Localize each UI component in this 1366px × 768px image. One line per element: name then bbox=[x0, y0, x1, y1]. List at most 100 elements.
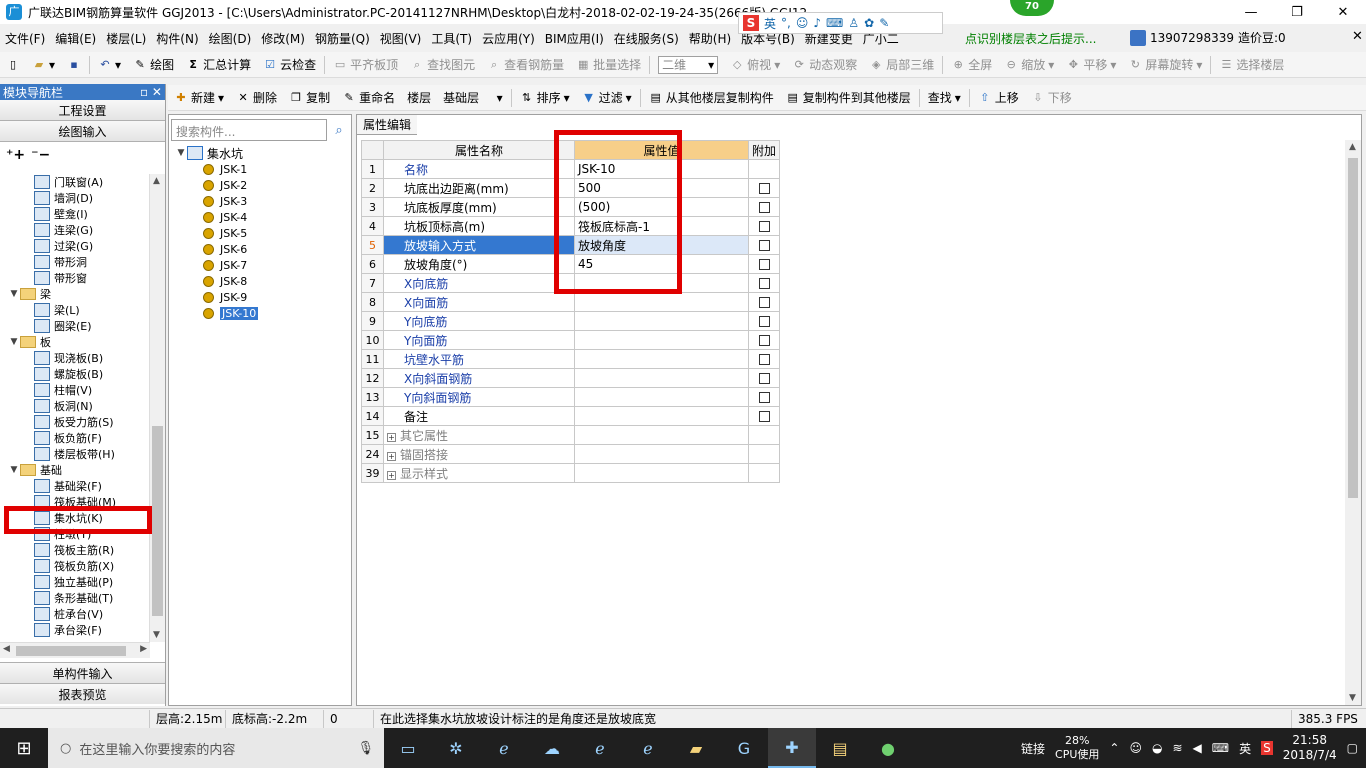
nav-tree-item[interactable]: 桩承台(V) bbox=[0, 606, 150, 622]
nav-tree-item[interactable]: 柱墩(Y) bbox=[0, 526, 150, 542]
property-value-cell[interactable] bbox=[574, 406, 749, 426]
extra-checkbox[interactable] bbox=[758, 202, 770, 213]
property-value-cell[interactable]: 筏板底标高-1 bbox=[574, 216, 749, 236]
delete-button[interactable]: ✕ 删除 bbox=[230, 89, 283, 106]
extra-cell[interactable] bbox=[747, 330, 781, 350]
taskbar-search[interactable]: ○ 在这里输入你要搜索的内容 🎙 bbox=[48, 728, 384, 768]
collapse-toggle-icon[interactable]: ▼ bbox=[8, 465, 20, 475]
nav-tree-item[interactable]: 独立基础(P) bbox=[0, 574, 150, 590]
find-element-button[interactable]: ⌕ 查找图元 bbox=[404, 56, 481, 73]
pan-button[interactable]: ✥ 平移 ▾ bbox=[1060, 56, 1122, 73]
undo-button[interactable]: ↶ ▾ bbox=[92, 58, 127, 72]
doc-close-icon[interactable]: ✕ bbox=[1352, 29, 1363, 44]
property-value-cell[interactable] bbox=[574, 273, 749, 293]
new-file-button[interactable]: ▯ bbox=[0, 58, 26, 72]
expand-all-icon[interactable]: ⁺+ bbox=[6, 147, 25, 163]
link-label[interactable]: 链接 bbox=[1021, 740, 1045, 757]
extra-checkbox[interactable] bbox=[758, 221, 770, 232]
hint-text[interactable]: 点识别楼层表之后提示... bbox=[965, 30, 1096, 47]
property-value-cell[interactable]: 45 bbox=[574, 254, 749, 274]
component-item[interactable]: JSK-5 bbox=[175, 225, 345, 241]
extra-cell[interactable] bbox=[747, 349, 781, 369]
component-root[interactable]: ▼ 集水坑 bbox=[175, 145, 345, 161]
extra-checkbox[interactable] bbox=[758, 297, 770, 308]
extra-cell[interactable] bbox=[747, 254, 781, 274]
nav-hscroll[interactable]: ◀ ▶ bbox=[0, 642, 150, 658]
menu-cloud[interactable]: 云应用(Y) bbox=[477, 30, 540, 47]
nav-tree-item[interactable]: 带形洞 bbox=[0, 254, 150, 270]
taskbar-search-input[interactable]: 在这里输入你要搜索的内容 bbox=[79, 739, 235, 758]
property-value-cell[interactable]: JSK-10 bbox=[574, 159, 749, 179]
skin-icon[interactable]: ✿ bbox=[864, 16, 874, 30]
extra-cell[interactable] bbox=[747, 292, 781, 312]
nav-tree-item[interactable]: 现浇板(B) bbox=[0, 350, 150, 366]
property-row[interactable]: 15 + 其它属性 bbox=[361, 425, 781, 445]
mic-icon[interactable]: ♪ bbox=[813, 16, 821, 30]
nav-folder[interactable]: ▼ 梁 bbox=[0, 286, 150, 302]
extra-cell[interactable] bbox=[747, 235, 781, 255]
nav-tree-item[interactable]: 柱帽(V) bbox=[0, 382, 150, 398]
extra-cell[interactable] bbox=[747, 178, 781, 198]
file-explorer-icon[interactable]: ▰ bbox=[672, 728, 720, 768]
people-icon[interactable]: ☺ bbox=[1129, 741, 1142, 755]
extra-checkbox[interactable] bbox=[758, 411, 770, 422]
menu-modify[interactable]: 修改(M) bbox=[256, 30, 310, 47]
property-value-cell[interactable] bbox=[574, 349, 749, 369]
property-value-cell[interactable] bbox=[574, 425, 749, 445]
menu-online[interactable]: 在线服务(S) bbox=[609, 30, 684, 47]
tab-property-edit[interactable]: 属性编辑 bbox=[357, 115, 417, 135]
property-value-cell[interactable] bbox=[574, 387, 749, 407]
draw-button[interactable]: ✎ 绘图 bbox=[127, 56, 180, 73]
property-value-header[interactable]: 属性值 bbox=[574, 140, 749, 160]
extra-checkbox[interactable] bbox=[758, 183, 770, 194]
property-vscroll[interactable]: ▲ ▼ bbox=[1345, 140, 1361, 705]
extra-checkbox[interactable] bbox=[758, 373, 770, 384]
extra-header[interactable]: 附加 bbox=[747, 140, 781, 160]
collapse-all-icon[interactable]: ⁻− bbox=[31, 147, 50, 163]
property-row[interactable]: 14 备注 bbox=[361, 406, 781, 426]
close-icon[interactable]: ✕ bbox=[1320, 0, 1366, 24]
ie-icon[interactable]: ℯ bbox=[624, 728, 672, 768]
nav-tree-item[interactable]: 集水坑(K) bbox=[0, 510, 150, 526]
wrench-icon[interactable]: ✎ bbox=[879, 16, 889, 30]
extra-checkbox[interactable] bbox=[758, 354, 770, 365]
property-row[interactable]: 10 Y向面筋 bbox=[361, 330, 781, 350]
property-row[interactable]: 5 放坡输入方式 放坡角度 bbox=[361, 235, 781, 255]
nav-vscroll[interactable]: ▲ ▼ bbox=[149, 174, 165, 642]
extra-checkbox[interactable] bbox=[758, 316, 770, 327]
property-value-cell[interactable] bbox=[574, 330, 749, 350]
clock[interactable]: 21:58 2018/7/4 bbox=[1283, 733, 1337, 763]
account[interactable]: 13907298339 造价豆:0 bbox=[1130, 29, 1286, 46]
menu-draw[interactable]: 绘图(D) bbox=[204, 30, 257, 47]
batch-select-button[interactable]: ▦ 批量选择 bbox=[570, 56, 647, 73]
green-app-icon[interactable]: ● bbox=[864, 728, 912, 768]
notification-icon[interactable]: ▢ bbox=[1347, 741, 1358, 755]
scroll-down-icon[interactable]: ▼ bbox=[153, 630, 160, 640]
nav-tree-item[interactable]: 承台梁(F) bbox=[0, 622, 150, 638]
nav-tree-item[interactable]: 筏板基础(M) bbox=[0, 494, 150, 510]
keyboard-icon[interactable]: ⌨ bbox=[826, 16, 843, 30]
ime-toolbar[interactable]: S 英 °, ☺ ♪ ⌨ ♙ ✿ ✎ bbox=[738, 12, 943, 34]
ggj-app-icon[interactable]: ✚ bbox=[768, 728, 816, 768]
fan-app-icon[interactable]: ✲ bbox=[432, 728, 480, 768]
extra-cell[interactable] bbox=[747, 406, 781, 426]
microphone-icon[interactable]: 🎙 bbox=[357, 741, 374, 756]
property-name-cell[interactable]: + 其它属性 bbox=[383, 425, 575, 445]
wifi-icon[interactable]: ≋ bbox=[1172, 741, 1182, 755]
nav-tree-item[interactable]: 连梁(G) bbox=[0, 222, 150, 238]
property-value-cell[interactable] bbox=[574, 311, 749, 331]
edge-legacy-icon[interactable]: ℯ bbox=[480, 728, 528, 768]
property-row[interactable]: 3 坑底板厚度(mm) (500) bbox=[361, 197, 781, 217]
nav-tree-item[interactable]: 壁龛(I) bbox=[0, 206, 150, 222]
punct-icon[interactable]: °, bbox=[781, 16, 791, 30]
menu-file[interactable]: 文件(F) bbox=[0, 30, 50, 47]
nav-tree-item[interactable]: 筏板主筋(R) bbox=[0, 542, 150, 558]
expand-icon[interactable]: + bbox=[387, 451, 396, 461]
filter-button[interactable]: ▼ 过滤 ▾ bbox=[576, 89, 638, 106]
component-item[interactable]: JSK-8 bbox=[175, 273, 345, 289]
floor-dropdown[interactable]: 基础层 ▾ bbox=[437, 89, 509, 106]
menu-tools[interactable]: 工具(T) bbox=[426, 30, 477, 47]
extra-cell[interactable] bbox=[747, 311, 781, 331]
property-value-cell[interactable]: 放坡角度 bbox=[574, 235, 749, 255]
property-row[interactable]: 11 坑壁水平筋 bbox=[361, 349, 781, 369]
